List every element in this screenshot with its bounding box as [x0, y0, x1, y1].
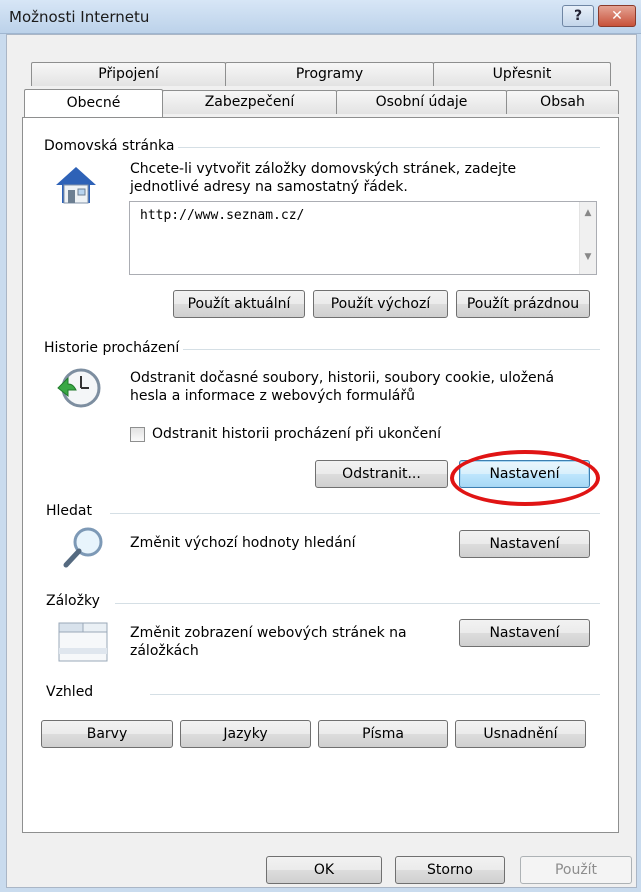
- tabs-group-label: Záložky: [46, 593, 104, 609]
- delete-on-exit-checkbox[interactable]: [130, 427, 145, 442]
- use-default-button[interactable]: Použít výchozí: [313, 290, 448, 318]
- annotation-highlight-oval: [450, 450, 600, 506]
- colors-button[interactable]: Barvy: [41, 720, 173, 748]
- history-group-label: Historie procházení: [44, 340, 184, 356]
- apply-button[interactable]: Použít: [520, 856, 632, 884]
- scroll-up-icon[interactable]: ▲: [580, 208, 596, 218]
- accessibility-button[interactable]: Usnadnění: [455, 720, 586, 748]
- history-description-line1: Odstranit dočasné soubory, historii, sou…: [130, 370, 555, 386]
- tabbed-window-icon: [58, 622, 108, 662]
- history-description-line2: hesla a informace z webových formulářů: [130, 388, 415, 404]
- fonts-button[interactable]: Písma: [318, 720, 448, 748]
- search-group-line: [110, 513, 600, 514]
- homepage-group-label: Domovská stránka: [44, 138, 179, 154]
- scroll-down-icon[interactable]: ▼: [580, 252, 596, 262]
- tabs-group-line: [115, 603, 600, 604]
- search-group-label: Hledat: [46, 503, 96, 519]
- tabs-settings-button[interactable]: Nastavení: [459, 619, 590, 647]
- appearance-group-label: Vzhled: [46, 684, 98, 700]
- homepage-url-value: http://www.seznam.cz/: [140, 208, 305, 223]
- clock-arrow-icon: [57, 368, 101, 408]
- homepage-description-line2: jednotlivé adresy na samostatný řádek.: [130, 179, 408, 195]
- textarea-scrollbar[interactable]: ▲ ▼: [579, 202, 596, 274]
- search-description: Změnit výchozí hodnoty hledání: [130, 535, 356, 551]
- cancel-button[interactable]: Storno: [395, 856, 505, 884]
- delete-history-button[interactable]: Odstranit...: [315, 460, 448, 488]
- panel-content: Domovská stránka Chcete-li vytvořit zálo…: [0, 0, 641, 892]
- languages-button[interactable]: Jazyky: [180, 720, 311, 748]
- delete-on-exit-label[interactable]: Odstranit historii procházení při ukonče…: [152, 425, 441, 444]
- ok-button[interactable]: OK: [266, 856, 382, 884]
- search-settings-button[interactable]: Nastavení: [459, 530, 590, 558]
- tabs-description-line2: záložkách: [130, 643, 199, 659]
- appearance-group-line: [150, 694, 600, 695]
- homepage-url-textarea[interactable]: http://www.seznam.cz/ ▲ ▼: [129, 201, 597, 275]
- house-icon: [56, 167, 96, 204]
- use-blank-button[interactable]: Použít prázdnou: [456, 290, 590, 318]
- use-current-button[interactable]: Použít aktuální: [173, 290, 305, 318]
- tabs-description-line1: Změnit zobrazení webových stránek na: [130, 625, 407, 641]
- homepage-description-line1: Chcete-li vytvořit záložky domovských st…: [130, 161, 517, 177]
- magnifier-icon: [63, 527, 103, 568]
